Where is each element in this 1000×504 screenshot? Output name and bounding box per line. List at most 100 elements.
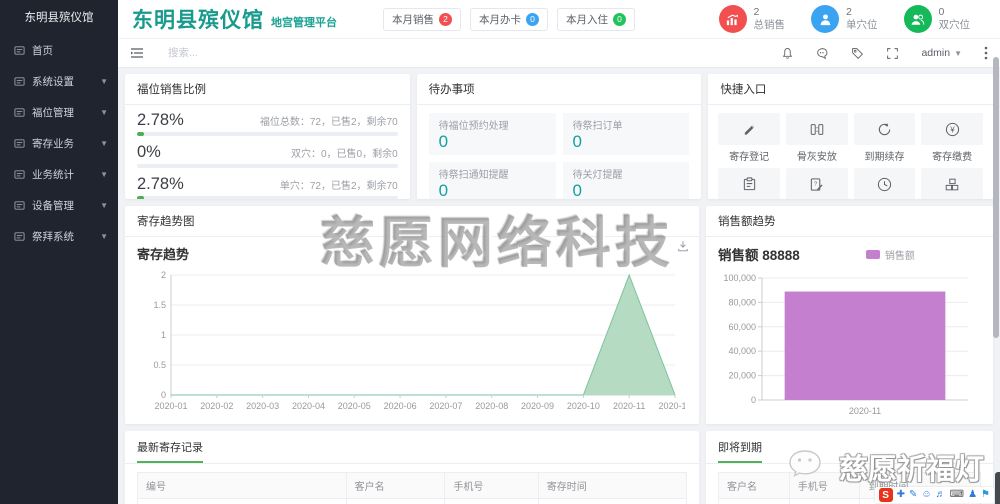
main-area: 东明县殡仪馆 地宫管理平台 本月销售 2 本月办卡 0 本月入住 0 2总销售 bbox=[118, 0, 1000, 504]
svg-text:2020-09: 2020-09 bbox=[521, 401, 554, 411]
quick-entry-niche-booking[interactable]: ? 福位预约 bbox=[786, 168, 848, 199]
count-badge: 2 bbox=[439, 12, 452, 26]
quick-entry-label: 骨灰安放 bbox=[796, 152, 837, 163]
tabs: 即将到期 bbox=[706, 431, 993, 464]
records-table: 编号 客户名 手机号 寄存时间 REG-186420201114144615 哈… bbox=[137, 472, 688, 504]
user-menu[interactable]: admin ▼ bbox=[921, 47, 962, 59]
page-subtitle: 地宫管理平台 bbox=[271, 17, 337, 29]
quick-entry-payment[interactable]: ¥ 寄存缴费 bbox=[921, 113, 984, 163]
cell-record-id: REG-186420201114144615 bbox=[137, 498, 347, 504]
sidebar-item-system-settings[interactable]: 系统设置 ▼ bbox=[0, 66, 118, 97]
cell-customer-name: 哈吉斯 bbox=[345, 498, 446, 504]
chip-month-sales[interactable]: 本月销售 2 bbox=[383, 7, 461, 31]
svg-text:2020-02: 2020-02 bbox=[200, 401, 233, 411]
quick-entry-ash-placement[interactable]: 骨灰安放 bbox=[786, 113, 848, 163]
fullscreen-icon[interactable] bbox=[886, 47, 899, 60]
todo-label: 待福位预约处理 bbox=[438, 121, 509, 132]
todo-item: 待祭扫通知提醒 0 bbox=[428, 162, 556, 199]
panel-sales-ratio: 福位销售比例 2.78% 福位总数：72，已售2，剩余70 0% 双穴：0，已售0，… bbox=[125, 74, 410, 199]
clock-icon bbox=[877, 177, 892, 192]
todo-value: 0 bbox=[572, 181, 582, 199]
ime-logo-icon[interactable]: S bbox=[878, 488, 893, 502]
ime-toolbar: S ✚ ✎ ☺ ♬ ⌨ ♟ ⚑ bbox=[874, 487, 994, 503]
svg-text:2020-12: 2020-12 bbox=[658, 401, 685, 411]
stat-value: 2 bbox=[753, 5, 760, 18]
scrollbar-thumb[interactable] bbox=[993, 57, 999, 338]
collapse-sidebar-icon[interactable] bbox=[130, 47, 144, 59]
svg-text:100,000: 100,000 bbox=[723, 273, 756, 283]
chart-legend[interactable]: 销售额 bbox=[800, 247, 981, 262]
sidebar-item-business-stats[interactable]: 业务统计 ▼ bbox=[0, 159, 118, 190]
todo-label: 待关灯提醒 bbox=[572, 170, 623, 182]
goods-icon bbox=[944, 177, 960, 192]
chip-label: 本月办卡 bbox=[479, 13, 521, 26]
ime-move-icon[interactable]: ✚ bbox=[897, 490, 905, 500]
sidebar-item-home[interactable]: 首页 bbox=[0, 35, 118, 66]
tag-icon[interactable] bbox=[851, 47, 864, 60]
sidebar-item-deposit-business[interactable]: 寄存业务 ▼ bbox=[0, 128, 118, 159]
chip-month-checkin[interactable]: 本月入住 0 bbox=[557, 7, 635, 31]
tab-latest-records[interactable]: 最新寄存记录 bbox=[137, 439, 203, 463]
quick-entry-goods-management[interactable]: 祭品管理 bbox=[921, 168, 984, 199]
svg-text:2: 2 bbox=[161, 270, 166, 280]
svg-text:?: ? bbox=[814, 181, 817, 187]
sidebar-item-niche-management[interactable]: 福位管理 ▼ bbox=[0, 97, 118, 128]
grid-icon bbox=[14, 107, 25, 118]
tab-expiring[interactable]: 即将到期 bbox=[718, 439, 762, 463]
panel-title: 福位销售比例 bbox=[125, 74, 410, 105]
svg-text:0: 0 bbox=[161, 390, 166, 400]
ratio-percent: 2.78% bbox=[137, 111, 184, 129]
column-header: 寄存时间 bbox=[537, 472, 688, 499]
kebab-menu-icon[interactable] bbox=[984, 46, 988, 60]
ratio-row-total: 2.78% 福位总数：72，已售2，剩余70 bbox=[137, 111, 398, 136]
panel-title: 销售额趋势 bbox=[706, 206, 993, 237]
quick-entry-sacrifice-reminder[interactable]: 祭祀提醒 bbox=[853, 168, 916, 199]
panel-title: 寄存趋势图 bbox=[125, 206, 699, 237]
chip-label: 本月入住 bbox=[566, 13, 608, 26]
chip-month-cards[interactable]: 本月办卡 0 bbox=[470, 7, 548, 31]
sidebar-item-label: 祭拜系统 bbox=[32, 231, 74, 243]
download-icon[interactable] bbox=[677, 240, 689, 252]
message-icon[interactable] bbox=[816, 47, 829, 60]
sidebar-item-device-management[interactable]: 设备管理 ▼ bbox=[0, 190, 118, 221]
quick-entry-deposit-register[interactable]: 寄存登记 bbox=[718, 113, 780, 163]
ime-emoji-icon[interactable]: ☺ bbox=[921, 490, 931, 500]
panel-todos: 待办事项 待福位预约处理 0 待祭扫订单 0 待祭扫通知提醒 0 待关灯提醒 0 bbox=[416, 74, 702, 199]
ime-pen-icon[interactable]: ✎ bbox=[909, 490, 917, 500]
ime-skin-icon[interactable]: ⚑ bbox=[981, 490, 990, 500]
chevron-down-icon: ▼ bbox=[100, 108, 108, 117]
quick-entry-sacrifice-orders[interactable]: 祭祀订单 bbox=[718, 168, 780, 199]
chart-title: 寄存趋势 bbox=[137, 247, 190, 262]
svg-text:2020-01: 2020-01 bbox=[154, 401, 187, 411]
ime-handle[interactable] bbox=[995, 472, 1000, 504]
ratio-note: 单穴：72，已售2，剩余70 bbox=[279, 181, 398, 192]
svg-text:80,000: 80,000 bbox=[728, 297, 756, 307]
column-header: 编号 bbox=[137, 472, 347, 499]
search-input[interactable] bbox=[166, 46, 320, 60]
todo-item: 待祭扫订单 0 bbox=[562, 113, 690, 156]
ime-account-icon[interactable]: ♟ bbox=[968, 490, 977, 500]
quick-entry-renew[interactable]: 到期续存 bbox=[853, 113, 916, 163]
svg-text:¥: ¥ bbox=[950, 125, 955, 134]
chart-bars-icon bbox=[718, 5, 747, 33]
todo-item: 待关灯提醒 0 bbox=[562, 162, 690, 199]
svg-text:2020-07: 2020-07 bbox=[429, 401, 462, 411]
svg-text:1.5: 1.5 bbox=[153, 300, 166, 310]
ratio-row-double: 0% 双穴：0，已售0，剩余0 bbox=[137, 143, 398, 168]
bell-icon[interactable] bbox=[781, 47, 794, 60]
deposit-trend-chart: 0 0.5 1 1.5 2 2020-01 2020-02 2020-03 2020-04 202… bbox=[153, 270, 685, 411]
ime-keyboard-icon[interactable]: ⌨ bbox=[950, 490, 964, 500]
sidebar-item-worship-system[interactable]: 祭拜系统 ▼ bbox=[0, 221, 118, 252]
stat-value: 2 bbox=[846, 5, 852, 18]
svg-text:2020-11: 2020-11 bbox=[613, 401, 645, 411]
month-stat-chips: 本月销售 2 本月办卡 0 本月入住 0 bbox=[383, 7, 635, 31]
todo-value: 0 bbox=[438, 132, 449, 151]
table-row[interactable]: REG-186420201114144615 哈吉斯 2020-11-14 14… bbox=[137, 498, 688, 504]
ime-voice-icon[interactable]: ♬ bbox=[936, 490, 946, 500]
svg-text:1: 1 bbox=[161, 330, 166, 340]
column-header: 手机号 bbox=[788, 472, 861, 499]
ratio-row-single: 2.78% 单穴：72，已售2，剩余70 bbox=[137, 175, 398, 199]
cell-phone bbox=[788, 498, 861, 504]
panel-quick-entry: 快捷入口 寄存登记 骨灰安放 到期续存 ¥ 寄存缴费 ? bbox=[708, 74, 994, 199]
stat-label: 双穴位 bbox=[938, 19, 971, 31]
